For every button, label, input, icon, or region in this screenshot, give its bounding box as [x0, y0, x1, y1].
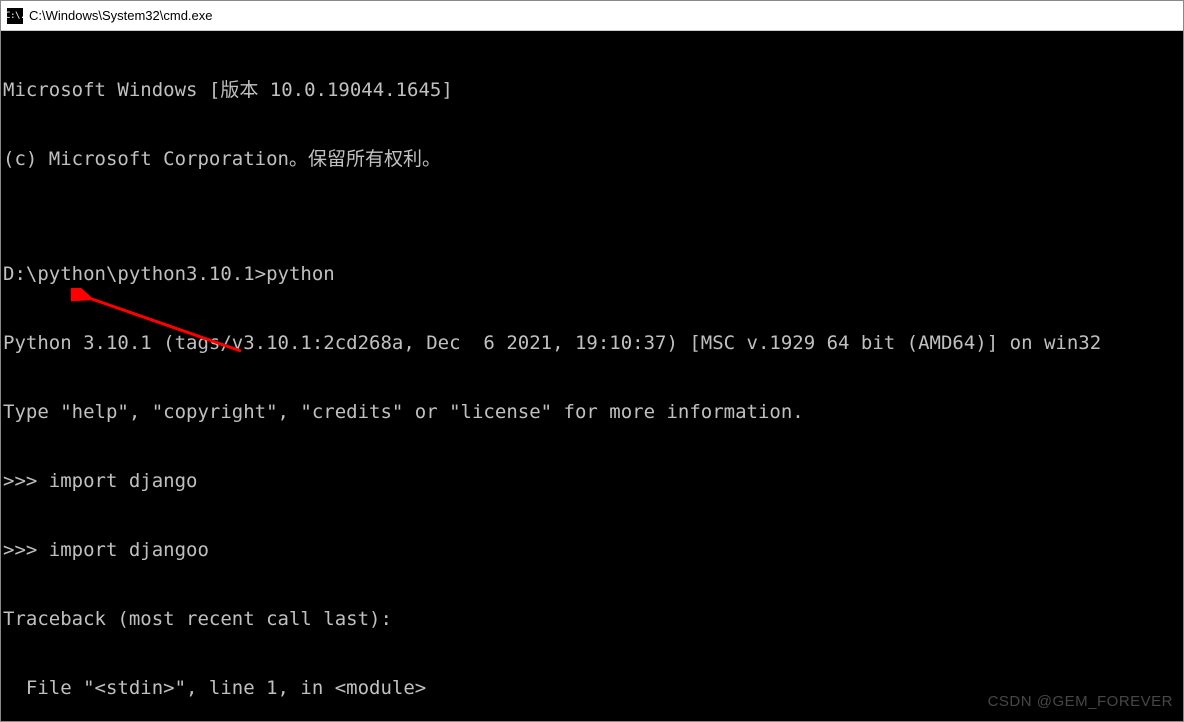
cmd-window: C:\. C:\Windows\System32\cmd.exe Microso… [0, 0, 1184, 722]
terminal-line: Microsoft Windows [版本 10.0.19044.1645] [3, 79, 1183, 102]
cmd-icon: C:\. [7, 8, 23, 24]
watermark: CSDN @GEM_FOREVER [988, 690, 1173, 713]
terminal-line: (c) Microsoft Corporation。保留所有权利。 [3, 148, 1183, 171]
terminal-line: Type "help", "copyright", "credits" or "… [3, 401, 1183, 424]
titlebar[interactable]: C:\. C:\Windows\System32\cmd.exe [1, 1, 1183, 31]
window-title: C:\Windows\System32\cmd.exe [29, 8, 213, 23]
terminal-line: Traceback (most recent call last): [3, 608, 1183, 631]
terminal-line: >>> import djangoo [3, 539, 1183, 562]
terminal-line: Python 3.10.1 (tags/v3.10.1:2cd268a, Dec… [3, 332, 1183, 355]
terminal-line: >>> import django [3, 470, 1183, 493]
terminal-output[interactable]: Microsoft Windows [版本 10.0.19044.1645] (… [1, 31, 1183, 721]
terminal-line: D:\python\python3.10.1>python [3, 263, 1183, 286]
